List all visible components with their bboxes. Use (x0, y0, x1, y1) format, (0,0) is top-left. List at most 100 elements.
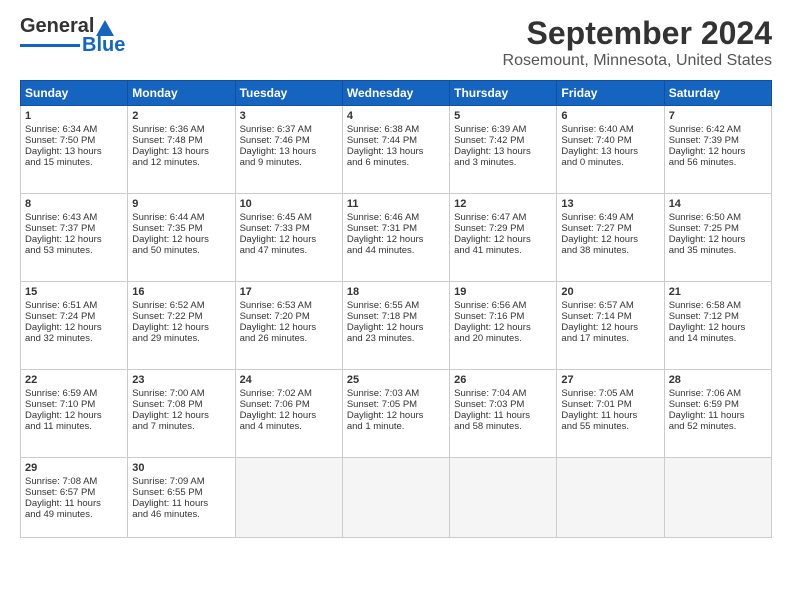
day-number: 5 (454, 110, 552, 122)
calendar-cell: 15Sunrise: 6:51 AMSunset: 7:24 PMDayligh… (21, 282, 128, 370)
day-number: 28 (669, 374, 767, 386)
day-info-line: and 0 minutes. (561, 157, 659, 168)
day-info-line: and 44 minutes. (347, 245, 445, 256)
calendar-cell: 25Sunrise: 7:03 AMSunset: 7:05 PMDayligh… (342, 370, 449, 458)
day-info-line: Sunset: 7:01 PM (561, 399, 659, 410)
day-info-line: Daylight: 11 hours (454, 410, 552, 421)
day-info-line: Sunset: 7:37 PM (25, 223, 123, 234)
day-info-line: Sunset: 7:40 PM (561, 135, 659, 146)
day-info-line: and 52 minutes. (669, 421, 767, 432)
calendar-cell: 6Sunrise: 6:40 AMSunset: 7:40 PMDaylight… (557, 106, 664, 194)
calendar-cell: 1Sunrise: 6:34 AMSunset: 7:50 PMDaylight… (21, 106, 128, 194)
calendar-week-5: 29Sunrise: 7:08 AMSunset: 6:57 PMDayligh… (21, 458, 772, 538)
day-number: 25 (347, 374, 445, 386)
day-info-line: Daylight: 11 hours (25, 498, 123, 509)
calendar-cell: 18Sunrise: 6:55 AMSunset: 7:18 PMDayligh… (342, 282, 449, 370)
calendar-cell: 11Sunrise: 6:46 AMSunset: 7:31 PMDayligh… (342, 194, 449, 282)
day-info-line: and 11 minutes. (25, 421, 123, 432)
day-info-line: Sunrise: 6:50 AM (669, 212, 767, 223)
calendar-cell: 23Sunrise: 7:00 AMSunset: 7:08 PMDayligh… (128, 370, 235, 458)
day-info-line: Sunset: 7:35 PM (132, 223, 230, 234)
day-info-line: Sunrise: 6:40 AM (561, 124, 659, 135)
weekday-header-wednesday: Wednesday (342, 81, 449, 106)
day-info-line: Daylight: 12 hours (25, 322, 123, 333)
day-info-line: Daylight: 12 hours (669, 234, 767, 245)
calendar-cell: 12Sunrise: 6:47 AMSunset: 7:29 PMDayligh… (450, 194, 557, 282)
day-info-line: Sunrise: 7:02 AM (240, 388, 338, 399)
calendar-cell: 17Sunrise: 6:53 AMSunset: 7:20 PMDayligh… (235, 282, 342, 370)
day-info-line: Sunset: 7:08 PM (132, 399, 230, 410)
day-number: 19 (454, 286, 552, 298)
title-section: September 2024 Rosemount, Minnesota, Uni… (503, 15, 772, 70)
page-title: September 2024 (503, 15, 772, 52)
day-info-line: and 12 minutes. (132, 157, 230, 168)
day-number: 22 (25, 374, 123, 386)
day-info-line: and 4 minutes. (240, 421, 338, 432)
day-info-line: Sunset: 7:42 PM (454, 135, 552, 146)
day-info-line: Sunrise: 6:46 AM (347, 212, 445, 223)
day-info-line: Sunrise: 6:39 AM (454, 124, 552, 135)
calendar-cell: 2Sunrise: 6:36 AMSunset: 7:48 PMDaylight… (128, 106, 235, 194)
calendar-cell: 10Sunrise: 6:45 AMSunset: 7:33 PMDayligh… (235, 194, 342, 282)
day-number: 24 (240, 374, 338, 386)
day-info-line: Daylight: 12 hours (240, 322, 338, 333)
day-info-line: Sunrise: 6:58 AM (669, 300, 767, 311)
day-info-line: Sunrise: 6:38 AM (347, 124, 445, 135)
day-info-line: Daylight: 12 hours (132, 322, 230, 333)
day-info-line: Sunset: 7:03 PM (454, 399, 552, 410)
day-info-line: Sunrise: 6:49 AM (561, 212, 659, 223)
day-info-line: Sunset: 7:20 PM (240, 311, 338, 322)
day-info-line: Sunrise: 7:00 AM (132, 388, 230, 399)
day-info-line: Sunset: 6:55 PM (132, 487, 230, 498)
calendar-cell: 13Sunrise: 6:49 AMSunset: 7:27 PMDayligh… (557, 194, 664, 282)
day-info-line: and 50 minutes. (132, 245, 230, 256)
day-info-line: and 15 minutes. (25, 157, 123, 168)
day-info-line: and 29 minutes. (132, 333, 230, 344)
day-info-line: Sunrise: 6:55 AM (347, 300, 445, 311)
logo-triangle-icon (96, 18, 114, 36)
day-info-line: Sunrise: 6:43 AM (25, 212, 123, 223)
day-number: 20 (561, 286, 659, 298)
day-info-line: Daylight: 12 hours (561, 322, 659, 333)
day-info-line: Daylight: 12 hours (347, 410, 445, 421)
calendar-week-2: 8Sunrise: 6:43 AMSunset: 7:37 PMDaylight… (21, 194, 772, 282)
calendar-week-4: 22Sunrise: 6:59 AMSunset: 7:10 PMDayligh… (21, 370, 772, 458)
day-info-line: Daylight: 12 hours (132, 234, 230, 245)
day-info-line: and 53 minutes. (25, 245, 123, 256)
day-info-line: and 6 minutes. (347, 157, 445, 168)
day-info-line: Sunrise: 6:42 AM (669, 124, 767, 135)
day-info-line: Sunset: 7:33 PM (240, 223, 338, 234)
day-number: 10 (240, 198, 338, 210)
day-info-line: Sunset: 7:06 PM (240, 399, 338, 410)
day-info-line: Sunrise: 7:03 AM (347, 388, 445, 399)
day-info-line: and 1 minute. (347, 421, 445, 432)
day-info-line: and 35 minutes. (669, 245, 767, 256)
day-info-line: Daylight: 12 hours (454, 322, 552, 333)
day-info-line: and 20 minutes. (454, 333, 552, 344)
day-info-line: Daylight: 11 hours (561, 410, 659, 421)
day-number: 7 (669, 110, 767, 122)
calendar-cell: 14Sunrise: 6:50 AMSunset: 7:25 PMDayligh… (664, 194, 771, 282)
weekday-header-monday: Monday (128, 81, 235, 106)
day-info-line: Sunset: 7:12 PM (669, 311, 767, 322)
calendar-cell: 28Sunrise: 7:06 AMSunset: 6:59 PMDayligh… (664, 370, 771, 458)
day-info-line: Sunrise: 6:57 AM (561, 300, 659, 311)
day-number: 18 (347, 286, 445, 298)
day-info-line: Daylight: 12 hours (25, 234, 123, 245)
weekday-header-thursday: Thursday (450, 81, 557, 106)
day-info-line: Sunset: 7:48 PM (132, 135, 230, 146)
day-info-line: and 17 minutes. (561, 333, 659, 344)
day-info-line: and 3 minutes. (454, 157, 552, 168)
day-info-line: Daylight: 12 hours (347, 234, 445, 245)
day-info-line: and 38 minutes. (561, 245, 659, 256)
day-info-line: Sunrise: 6:37 AM (240, 124, 338, 135)
calendar-table: SundayMondayTuesdayWednesdayThursdayFrid… (20, 80, 772, 538)
calendar-cell: 7Sunrise: 6:42 AMSunset: 7:39 PMDaylight… (664, 106, 771, 194)
calendar-cell: 29Sunrise: 7:08 AMSunset: 6:57 PMDayligh… (21, 458, 128, 538)
calendar-cell (235, 458, 342, 538)
day-number: 9 (132, 198, 230, 210)
day-info-line: Sunset: 7:10 PM (25, 399, 123, 410)
day-number: 11 (347, 198, 445, 210)
day-number: 12 (454, 198, 552, 210)
day-info-line: and 7 minutes. (132, 421, 230, 432)
